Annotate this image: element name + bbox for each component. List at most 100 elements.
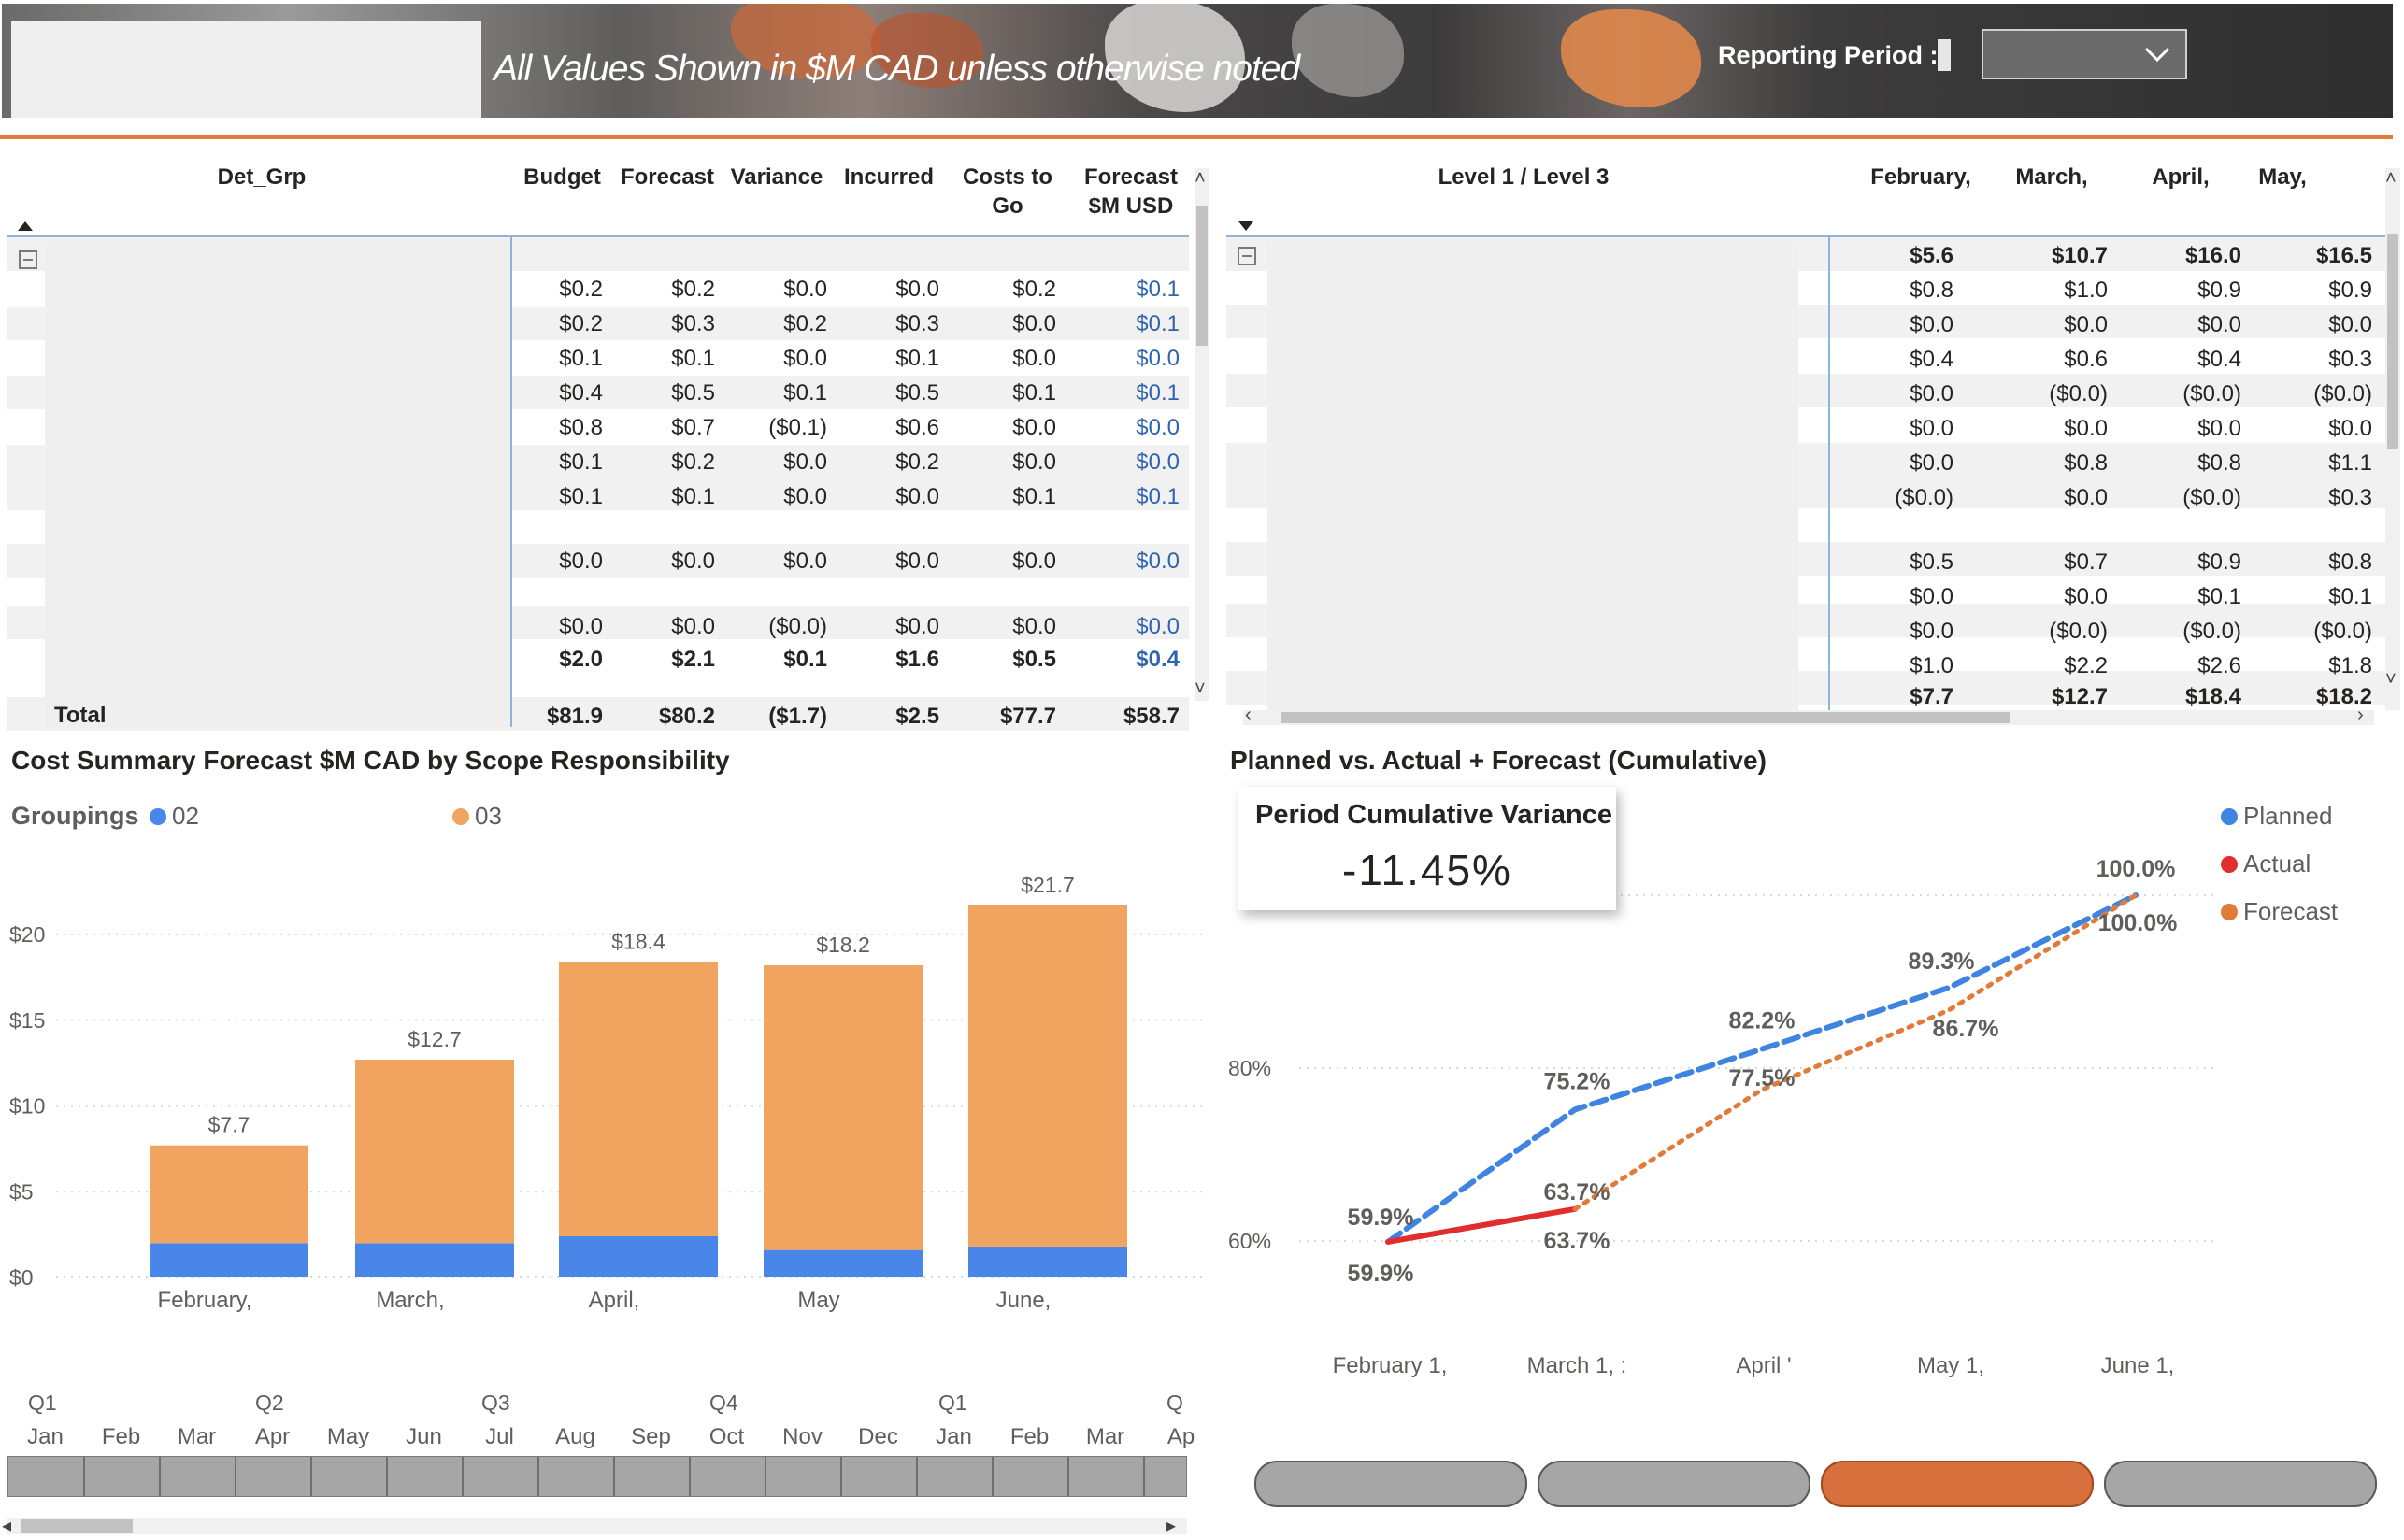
nav-button-3-active[interactable]	[1821, 1461, 2094, 1507]
total-label: Total	[54, 703, 107, 728]
data-label: 86.7%	[1933, 1016, 1999, 1042]
table-cell: $0.0	[783, 277, 827, 302]
table-cell: $0.1	[783, 380, 827, 406]
table-cell: $0.0	[1910, 450, 1953, 476]
column-header-forecast[interactable]: Forecast	[612, 163, 723, 192]
timeline-month-label[interactable]: Mar	[159, 1424, 235, 1450]
scroll-left-icon[interactable]: ‹	[1245, 705, 1252, 726]
column-header-forecast-usd[interactable]: Forecast $M USD	[1073, 163, 1189, 221]
timeline-quarter-label[interactable]: Q2	[255, 1390, 284, 1416]
table-cell: $0.5	[895, 380, 939, 406]
legend-dot-icon	[2221, 808, 2238, 825]
timeline-quarter-label[interactable]: Q1	[28, 1390, 57, 1416]
column-header-costs-to-go[interactable]: Costs to Go	[950, 163, 1066, 221]
bar-segment-03	[355, 1059, 514, 1244]
timeline-month-label[interactable]: Mar	[1067, 1424, 1143, 1450]
timeline-quarter-label[interactable]: Q4	[709, 1390, 738, 1416]
table-cell: ($0.0)	[1895, 485, 1953, 510]
timeline-month-label[interactable]: Sep	[613, 1424, 689, 1450]
timeline-month-label[interactable]: Feb	[83, 1424, 159, 1450]
timeline-month-label[interactable]: May	[310, 1424, 386, 1450]
table-cell: $0.9	[2197, 278, 2241, 303]
scroll-right-icon[interactable]: ▸	[1166, 1514, 1176, 1537]
column-header-march[interactable]: March,	[1991, 163, 2112, 192]
collapse-icon[interactable]	[19, 250, 37, 269]
legend-item-03[interactable]: 03	[452, 802, 502, 831]
column-header-may[interactable]: May,	[2236, 163, 2329, 192]
table-cell: $0.2	[1012, 277, 1056, 302]
legend-item-planned[interactable]: Planned	[2221, 802, 2332, 831]
scroll-up-icon[interactable]: ˄	[1195, 168, 1206, 190]
timeline-period-divider	[613, 1457, 615, 1496]
total-cell: $16.5	[2315, 243, 2372, 268]
table-cell: $0.0	[1136, 415, 1180, 440]
timeline-quarter-label[interactable]: Q3	[481, 1390, 510, 1416]
timeline-month-label[interactable]: Feb	[992, 1424, 1067, 1450]
column-header-det-grp[interactable]: Det_Grp	[168, 163, 355, 192]
timeline-quarter-label[interactable]: Q1	[938, 1390, 967, 1416]
reporting-period-dropdown[interactable]	[1982, 29, 2187, 79]
timeline-month-label[interactable]: Oct	[689, 1424, 765, 1450]
table-cell: ($0.0)	[2182, 381, 2241, 406]
timeline-month-label[interactable]: Dec	[840, 1424, 916, 1450]
table-cell: ($0.0)	[2049, 619, 2108, 644]
column-header-february[interactable]: February,	[1851, 163, 1991, 192]
scrollbar-thumb[interactable]	[1196, 206, 1208, 346]
scroll-down-icon[interactable]: ˅	[1195, 678, 1206, 700]
table-cell: $0.4	[1136, 647, 1180, 672]
total-cell: $5.6	[1910, 243, 1953, 268]
total-cell: $16.0	[2184, 243, 2241, 268]
timeline-month-label[interactable]: Ap	[1143, 1424, 1219, 1450]
nav-button-1[interactable]	[1254, 1461, 1527, 1507]
scroll-right-icon[interactable]: ›	[2357, 705, 2364, 726]
table-cell: $0.0	[1910, 381, 1953, 406]
timeline-quarter-label[interactable]: Q	[1166, 1390, 1183, 1416]
sort-ascending-icon[interactable]	[17, 221, 34, 232]
bar-segment-03	[764, 965, 923, 1250]
timeline-period-divider	[840, 1457, 842, 1496]
nav-button-4[interactable]	[2104, 1461, 2377, 1507]
timeline-month-label[interactable]: Jun	[386, 1424, 462, 1450]
table-cell: $0.9	[2197, 549, 2241, 575]
column-header-budget[interactable]: Budget	[517, 163, 608, 192]
table-cell: $0.7	[671, 415, 715, 440]
scrollbar-thumb[interactable]	[1281, 712, 2010, 723]
nav-button-2[interactable]	[1538, 1461, 1810, 1507]
sort-descending-icon[interactable]	[1238, 221, 1254, 232]
scrollbar-thumb[interactable]	[21, 1519, 133, 1533]
table-cell: $1.0	[2064, 278, 2108, 303]
timeline-range-bar[interactable]	[7, 1456, 1187, 1497]
timeline-month-label[interactable]: Jan	[7, 1424, 83, 1450]
column-header-incurred[interactable]: Incurred	[833, 163, 945, 192]
legend-item-02[interactable]: 02	[150, 802, 199, 831]
data-label: 82.2%	[1729, 1008, 1796, 1034]
table-cell: $0.0	[783, 549, 827, 574]
table-cell: $0.0	[895, 549, 939, 574]
timeline-month-label[interactable]: Apr	[235, 1424, 310, 1450]
table-cell: $0.0	[1012, 449, 1056, 475]
table-cell: $1.1	[2328, 450, 2372, 476]
column-header-variance[interactable]: Variance	[723, 163, 831, 192]
scrollbar-thumb[interactable]	[2387, 234, 2398, 449]
data-label: 63.7%	[1544, 1179, 1610, 1205]
collapse-icon[interactable]	[1238, 247, 1256, 265]
y-tick-label: $10	[9, 1094, 45, 1119]
table-cell: $0.0	[1012, 346, 1056, 371]
timeline-scrollbar[interactable]	[7, 1518, 1187, 1534]
table-cell: $0.1	[2328, 584, 2372, 609]
x-tick-label: March 1, :	[1527, 1353, 1627, 1378]
table-cell: $0.4	[559, 380, 603, 406]
timeline-month-label[interactable]: Aug	[537, 1424, 613, 1450]
timeline-month-label[interactable]: Nov	[765, 1424, 840, 1450]
scroll-down-icon[interactable]: ˅	[2385, 669, 2397, 691]
scroll-left-icon[interactable]: ◂	[2, 1514, 11, 1537]
table-cell: $0.0	[783, 484, 827, 509]
timeline-month-label[interactable]: Jan	[916, 1424, 992, 1450]
scroll-up-icon[interactable]: ˄	[2385, 168, 2397, 190]
bar-segment-02	[150, 1243, 308, 1277]
data-label: $18.2	[816, 933, 870, 957]
column-header-level[interactable]: Level 1 / Level 3	[1374, 163, 1673, 192]
data-label: 63.7%	[1544, 1228, 1610, 1254]
timeline-month-label[interactable]: Jul	[462, 1424, 537, 1450]
column-header-april[interactable]: April,	[2120, 163, 2241, 192]
